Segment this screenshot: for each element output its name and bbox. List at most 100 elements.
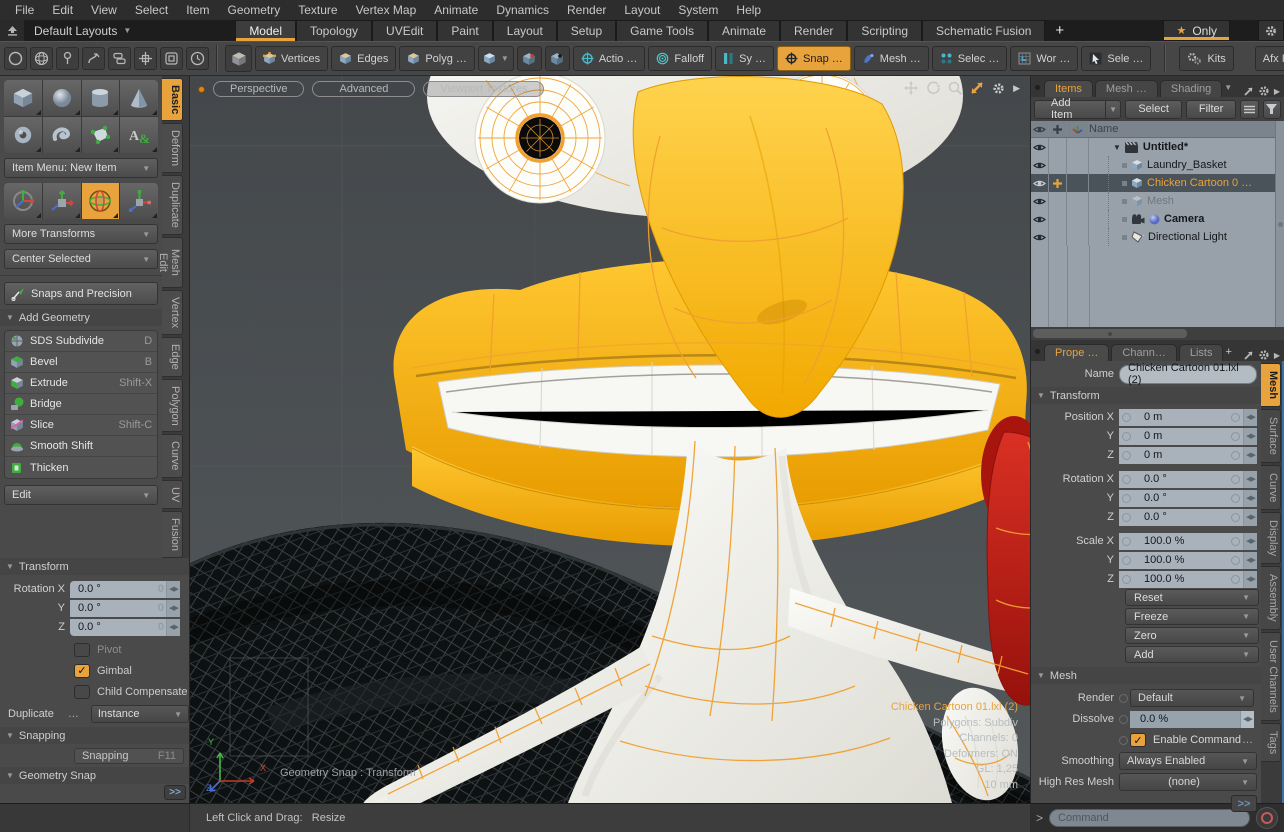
spinner-arrows-icon[interactable]: ◀▶ — [1243, 552, 1257, 569]
viewport-3d[interactable]: Perspective Advanced Viewport Textures ▶… — [190, 76, 1030, 803]
cylinder-primitive-button[interactable] — [82, 80, 120, 116]
layout-preset-dropdown[interactable]: Default Layouts ▼ — [24, 20, 141, 41]
reset-dropdown-button[interactable]: Reset▼ — [1125, 589, 1259, 606]
tab-render[interactable]: Render — [780, 20, 847, 41]
channel-ring-icon[interactable] — [1122, 513, 1131, 522]
gear-icon[interactable] — [1258, 85, 1270, 97]
eye-icon[interactable] — [1031, 138, 1049, 156]
freeze-dropdown-button[interactable]: Freeze▼ — [1125, 608, 1259, 625]
add-dropdown-button[interactable]: Add▼ — [1125, 646, 1259, 663]
orbit-icon[interactable] — [926, 81, 940, 95]
tab-deform[interactable]: Deform — [162, 123, 183, 173]
menu-texture[interactable]: Texture — [289, 0, 346, 20]
tool-slice[interactable]: Slice Shift-C — [5, 415, 157, 436]
menu-vertex-map[interactable]: Vertex Map — [347, 0, 426, 20]
spinner-arrows-icon[interactable]: ◀▶ — [1240, 711, 1254, 728]
snapping-section-header[interactable]: ▼ Snapping — [0, 727, 189, 744]
tab-shading[interactable]: Shading — [1160, 80, 1222, 97]
transform-section-header[interactable]: ▼ Transform — [1031, 387, 1261, 404]
viewport-textures-button[interactable]: Viewport Textures — [423, 81, 544, 97]
panel-arrow-icon[interactable]: ▶ — [1274, 351, 1280, 360]
channel-ring-icon[interactable] — [1231, 513, 1240, 522]
chevron-down-icon[interactable]: ▼ — [1224, 83, 1232, 92]
tool-sds-subdivide[interactable]: SDS Subdivide D — [5, 331, 157, 352]
tab-uvedit[interactable]: UVEdit — [372, 20, 437, 41]
snapping-button[interactable]: Snap … — [777, 46, 851, 71]
afx-io-dropdown[interactable]: Afx IO ▼ — [1255, 46, 1284, 71]
zoom-icon[interactable] — [948, 81, 962, 95]
channel-ring-icon[interactable] — [1231, 494, 1240, 503]
cube-primitive-button[interactable] — [4, 80, 42, 116]
rotation-z-field[interactable]: 0.0 ° 0 ◀▶ — [70, 619, 180, 636]
spinner-arrows-icon[interactable]: ◀▶ — [1243, 447, 1257, 464]
spinner-arrows-icon[interactable]: ◀▶ — [1243, 533, 1257, 550]
eye-icon[interactable] — [1031, 156, 1049, 174]
scale-tool-button[interactable] — [120, 183, 158, 219]
tool-thicken[interactable]: Thicken — [5, 457, 157, 478]
spinner-arrows-icon[interactable]: ◀▶ — [1243, 509, 1257, 526]
geometry-snap-section-header[interactable]: ▼ Geometry Snap — [0, 767, 189, 784]
text-tool-button[interactable]: A& — [120, 117, 158, 153]
channel-ring-icon[interactable] — [1231, 537, 1240, 546]
pop-out-icon[interactable] — [1243, 350, 1254, 361]
reset-zero-icon[interactable]: 0 — [158, 583, 164, 595]
items-horizontal-scrollbar[interactable] — [1031, 327, 1284, 340]
tab-curve[interactable]: Curve — [162, 434, 183, 477]
channel-ring-icon[interactable] — [1231, 432, 1240, 441]
channel-ring-icon[interactable] — [1122, 413, 1131, 422]
item-row-chicken-cartoon-selected[interactable]: Chicken Cartoon 0 … — [1031, 174, 1275, 192]
add-item-button[interactable]: Add Item ▼ — [1034, 100, 1121, 119]
rotation-y-field[interactable]: 0.0 °◀▶ — [1119, 490, 1257, 507]
maximize-icon[interactable] — [970, 81, 984, 95]
side-tab-display[interactable]: Display — [1261, 512, 1281, 564]
tool-extrude[interactable]: Extrude Shift-X — [5, 373, 157, 394]
enable-command-dots[interactable]: … — [1242, 734, 1253, 746]
item-row-mesh[interactable]: Mesh — [1031, 192, 1275, 210]
menu-geometry[interactable]: Geometry — [219, 0, 290, 20]
axes-column-icon[interactable] — [1067, 121, 1089, 137]
tab-scripting[interactable]: Scripting — [847, 20, 922, 41]
tab-basic[interactable]: Basic — [162, 78, 183, 121]
perspective-view-button[interactable]: Perspective — [213, 81, 304, 97]
duplicate-type-dropdown[interactable]: Instance ▼ — [91, 705, 189, 723]
tab-edge[interactable]: Edge — [162, 337, 183, 377]
scale-y-field[interactable]: 100.0 %◀▶ — [1119, 552, 1257, 569]
eye-icon[interactable] — [1031, 174, 1049, 192]
menu-select[interactable]: Select — [126, 0, 177, 20]
tab-vertex[interactable]: Vertex — [162, 290, 183, 335]
menu-render[interactable]: Render — [558, 0, 615, 20]
gear-icon[interactable] — [1258, 349, 1270, 361]
kits-button[interactable]: Kits — [1179, 46, 1233, 71]
tab-setup[interactable]: Setup — [557, 20, 616, 41]
edges-mode-button[interactable]: Edges — [331, 46, 396, 71]
item-name-field[interactable]: Chicken Cartoon 01.lxl (2) — [1119, 365, 1257, 384]
menu-view[interactable]: View — [82, 0, 126, 20]
chevron-down-icon[interactable]: ▼ — [1105, 101, 1121, 118]
pivot-checkbox[interactable] — [74, 643, 90, 657]
tab-mesh-ops[interactable]: Mesh … — [1095, 80, 1158, 97]
tool-bridge[interactable]: Bridge — [5, 394, 157, 415]
torus-primitive-button[interactable] — [4, 117, 42, 153]
filter-button[interactable]: Filter — [1186, 100, 1236, 119]
swirl-primitive-button[interactable] — [43, 117, 81, 153]
snapping-toggle-button[interactable]: Snapping F11 — [74, 748, 184, 764]
side-tab-user-channels[interactable]: User Channels — [1261, 632, 1281, 721]
tab-properties[interactable]: Prope … — [1044, 344, 1109, 361]
polygons-mode-button[interactable]: Polyg … — [399, 46, 475, 71]
channel-ring-icon[interactable] — [1231, 575, 1240, 584]
panel-arrow-icon[interactable]: ▶ — [1013, 83, 1020, 94]
mirror-tool-icon[interactable] — [108, 47, 131, 70]
sphere-tool-icon[interactable] — [30, 47, 53, 70]
vertex-tool-icon[interactable] — [56, 47, 79, 70]
vertices-mode-button[interactable]: Vertices — [255, 46, 328, 71]
tool-bevel[interactable]: Bevel B — [5, 352, 157, 373]
name-column-header[interactable]: Name — [1089, 123, 1118, 135]
left-panel-expand-button[interactable]: >> — [164, 785, 186, 800]
side-tab-surface[interactable]: Surface — [1261, 409, 1281, 463]
add-layout-tab-button[interactable]: + — [1045, 20, 1074, 41]
transform-tool-button[interactable] — [4, 183, 42, 219]
box-select-icon[interactable] — [160, 47, 183, 70]
spinner-arrows-icon[interactable]: ◀▶ — [166, 600, 180, 617]
channel-ring-icon[interactable] — [1119, 736, 1128, 745]
select-through-button[interactable]: Selec … — [932, 46, 1008, 71]
